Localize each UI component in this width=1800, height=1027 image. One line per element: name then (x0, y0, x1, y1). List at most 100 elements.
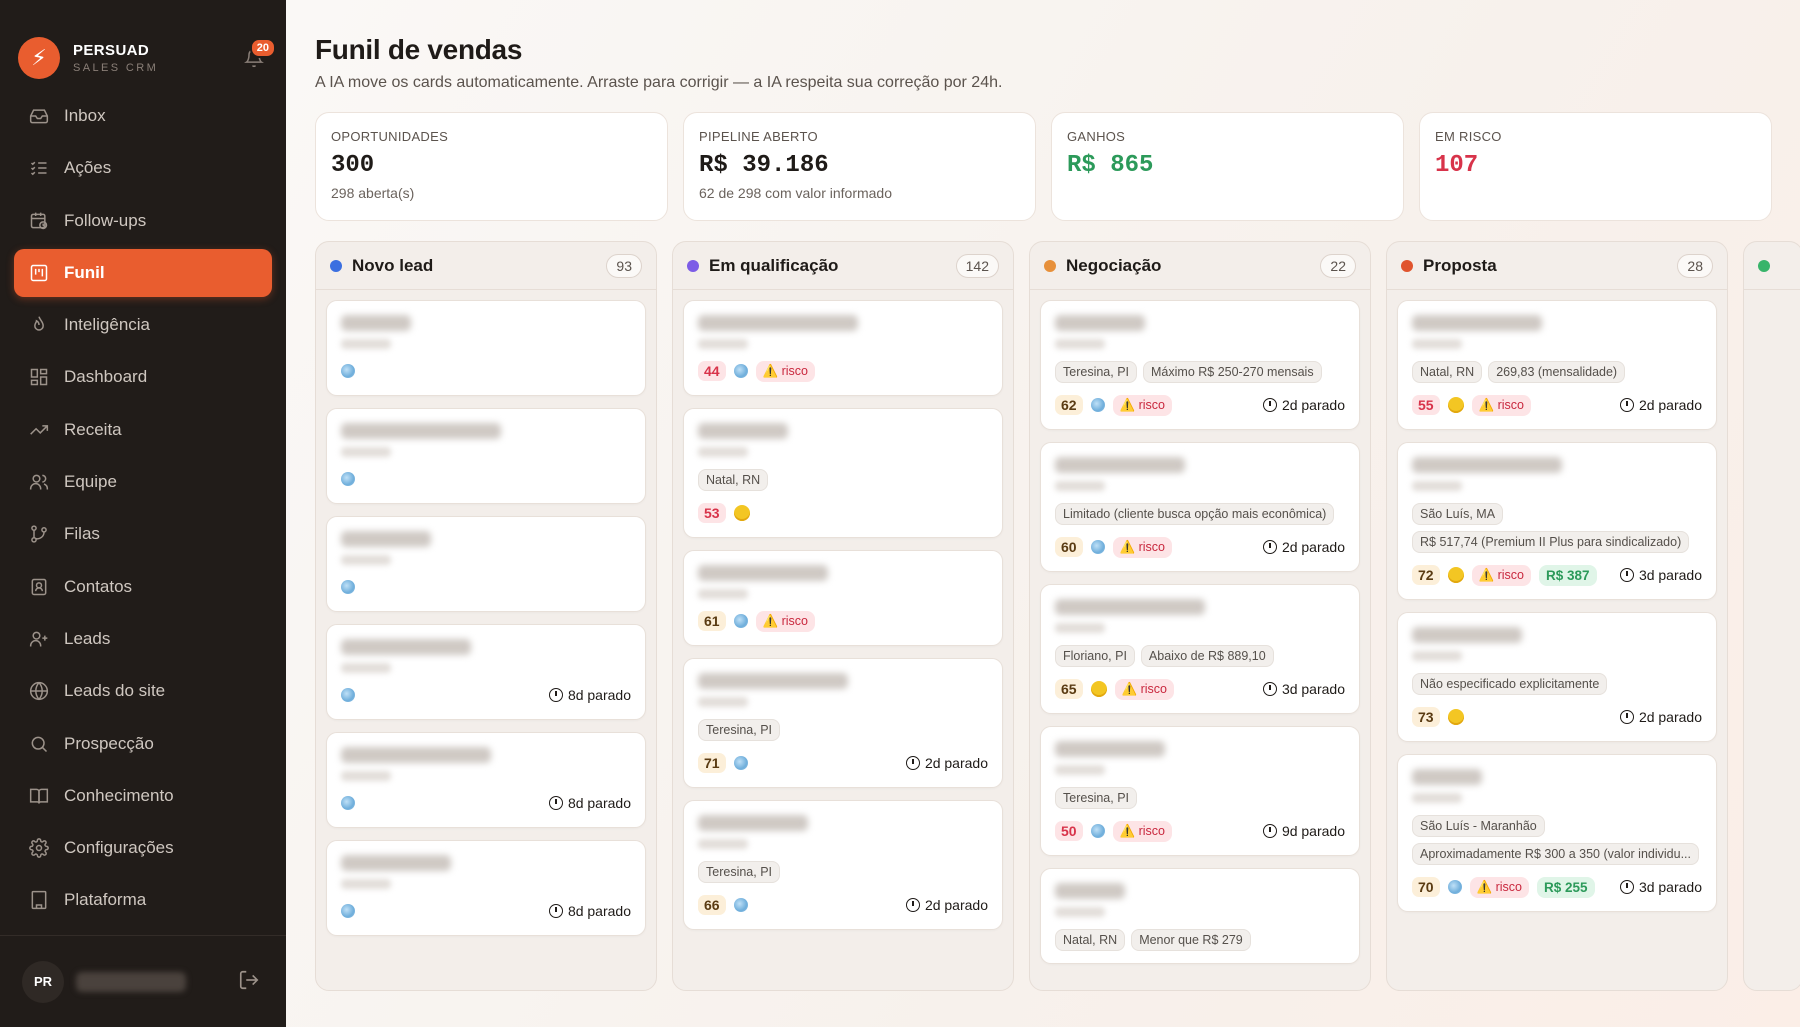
clock-icon (1619, 880, 1634, 894)
sun-icon (1447, 397, 1464, 413)
inbox-icon (28, 105, 50, 127)
sidebar-item-leads[interactable]: Leads (14, 615, 272, 663)
clock-icon (905, 756, 920, 770)
sidebar-item-filas[interactable]: Filas (14, 510, 272, 558)
deal-card[interactable] (326, 300, 646, 396)
idle-time: 2d parado (1262, 397, 1345, 413)
sidebar-item-contatos[interactable]: Contatos (14, 563, 272, 611)
column-header[interactable]: Novo lead 93 (316, 242, 656, 290)
column-header[interactable]: Em qualificação 142 (673, 242, 1013, 290)
column-count: 22 (1320, 253, 1356, 278)
column-dot (330, 259, 342, 272)
clock-icon (1262, 824, 1277, 838)
avatar[interactable]: PR (22, 960, 64, 1003)
deal-tag: Natal, RN (1055, 929, 1126, 951)
deal-card[interactable]: 8d parado (326, 732, 646, 828)
sidebar-item-receita[interactable]: Receita (14, 406, 272, 454)
sidebar-item-label: Ações (64, 158, 112, 178)
sidebar-item-funil[interactable]: Funil (14, 248, 272, 297)
sidebar-item-a-es[interactable]: Ações (14, 144, 272, 192)
globe-icon (341, 796, 355, 810)
idle-label: 2d parado (1281, 397, 1345, 413)
deal-card[interactable]: 44 ⚠️ risco (683, 300, 1003, 396)
column-title: Negociação (1066, 255, 1162, 275)
sidebar-item-conhecimento[interactable]: Conhecimento (14, 772, 272, 820)
sun-icon (1447, 709, 1464, 725)
notification-count: 20 (249, 38, 276, 58)
deal-tag: Natal, RN (1412, 361, 1483, 383)
lead-score: 60 (1055, 537, 1083, 557)
column-header[interactable] (1744, 242, 1800, 290)
deal-title-blurred (1055, 883, 1125, 899)
brand: ⚡ PERSUAD SALES CRM 20 (0, 0, 286, 92)
deal-tags: Teresina, PI Máximo R$ 250-270 mensais (1055, 361, 1345, 383)
deal-metrics: 70 ⚠️ risco R$ 255 3d parado (1412, 875, 1702, 899)
column-header[interactable]: Proposta 28 (1387, 242, 1727, 290)
deal-card[interactable]: 8d parado (326, 624, 646, 720)
sidebar-item-follow-ups[interactable]: Follow-ups (14, 197, 272, 245)
lead-score: 55 (1412, 395, 1440, 415)
page-title: Funil de vendas (315, 34, 523, 65)
deal-card[interactable]: 61 ⚠️ risco (683, 550, 1003, 646)
lead-score: 65 (1055, 679, 1083, 699)
column-header[interactable]: Negociação 22 (1030, 242, 1370, 290)
deal-title-blurred (1412, 627, 1522, 643)
grid-icon (28, 366, 50, 388)
deal-tag: Abaixo de R$ 889,10 (1140, 645, 1274, 667)
deal-card[interactable]: Natal, RN 269,83 (mensalidade) 55 ⚠️ risco 2… (1397, 300, 1717, 430)
sidebar-item-intelig-ncia[interactable]: Inteligência (14, 301, 272, 349)
deal-card[interactable]: Não especificado explicitamente 73 2d para… (1397, 612, 1717, 742)
idle-label: 8d parado (567, 687, 631, 703)
deal-title-blurred (1412, 769, 1482, 785)
deal-card[interactable]: 8d parado (326, 840, 646, 936)
sidebar-item-dashboard[interactable]: Dashboard (14, 353, 272, 401)
deal-card[interactable]: São Luís, MA R$ 517,74 (Premium II Plus p… (1397, 442, 1717, 600)
sidebar-item-label: Funil (64, 262, 105, 282)
notification-button[interactable]: 20 (240, 38, 276, 72)
sidebar-item-equipe[interactable]: Equipe (14, 458, 272, 506)
flame-icon (28, 314, 50, 336)
deal-metrics (341, 359, 631, 383)
deal-card[interactable]: São Luís - Maranhão Aproximadamente R$ 30… (1397, 754, 1717, 912)
deal-subtitle-blurred (1055, 907, 1105, 917)
deal-subtitle-blurred (341, 663, 391, 673)
sidebar-item-prospec-o[interactable]: Prospecção (14, 720, 272, 768)
deal-card[interactable] (326, 408, 646, 504)
idle-time: 3d parado (1619, 567, 1702, 583)
deal-metrics: 55 ⚠️ risco 2d parado (1412, 393, 1702, 417)
deal-subtitle-blurred (1055, 765, 1105, 775)
lead-score: 71 (698, 753, 726, 773)
deal-metrics: 61 ⚠️ risco (698, 609, 988, 633)
risk-badge: ⚠️ risco (755, 360, 816, 382)
deal-title-blurred (1055, 599, 1205, 615)
column-title: Novo lead (352, 255, 434, 275)
deal-card[interactable]: Floriano, PI Abaixo de R$ 889,10 65 ⚠️ risc… (1040, 584, 1360, 714)
deal-card[interactable]: Teresina, PI 71 2d parado (683, 658, 1003, 788)
deal-card[interactable] (326, 516, 646, 612)
deal-card[interactable]: Teresina, PI 50 ⚠️ risco 9d parado (1040, 726, 1360, 856)
deal-card[interactable]: Limitado (cliente busca opção mais econô… (1040, 442, 1360, 572)
deal-title-blurred (341, 747, 491, 763)
sidebar-item-plataforma[interactable]: Plataforma (14, 876, 272, 924)
search-icon (28, 733, 50, 755)
deal-card[interactable]: Teresina, PI Máximo R$ 250-270 mensais 62 ⚠… (1040, 300, 1360, 430)
idle-label: 2d parado (924, 755, 988, 771)
deal-subtitle-blurred (698, 447, 748, 457)
idle-label: 3d parado (1281, 681, 1345, 697)
lightning-icon[interactable]: ⚡ (18, 37, 60, 79)
deal-card[interactable]: Teresina, PI 66 2d parado (683, 800, 1003, 930)
sidebar-item-label: Dashboard (64, 367, 148, 387)
deal-card[interactable]: Natal, RN Menor que R$ 279 (1040, 868, 1360, 964)
deal-metrics: 44 ⚠️ risco (698, 359, 988, 383)
lead-score: 44 (698, 361, 726, 381)
stat-label: OPORTUNIDADES (331, 129, 449, 144)
kanban-icon (28, 262, 50, 284)
deal-card[interactable]: Natal, RN 53 (683, 408, 1003, 538)
logout-button[interactable] (238, 969, 264, 995)
sidebar-item-inbox[interactable]: Inbox (14, 92, 272, 140)
sidebar-item-label: Follow-ups (64, 210, 147, 230)
risk-badge: ⚠️ risco (1469, 876, 1530, 898)
sidebar-item-configura-es[interactable]: Configurações (14, 824, 272, 872)
sidebar-item-leads-do-site[interactable]: Leads do site (14, 667, 272, 715)
deal-title-blurred (698, 673, 848, 689)
